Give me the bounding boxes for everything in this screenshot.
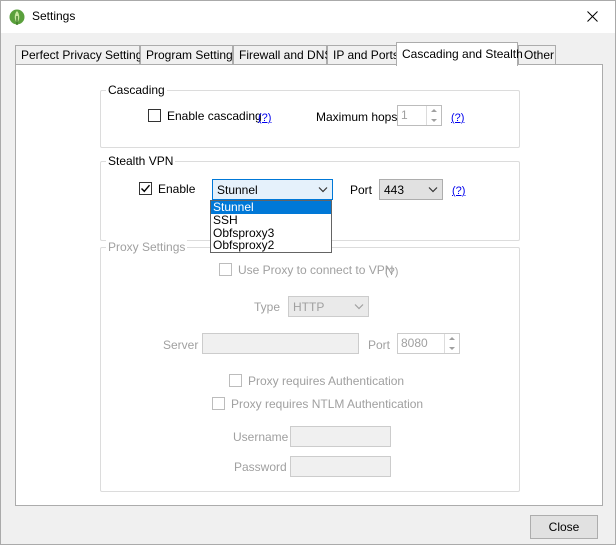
checkmark-icon (141, 184, 151, 193)
stealth-help-link[interactable]: (?) (452, 184, 465, 198)
proxy-port-label: Port (368, 338, 391, 352)
proxy-auth-checkbox[interactable] (229, 374, 242, 387)
proxy-ntlm-checkbox[interactable] (212, 397, 225, 410)
proxy-password-input[interactable] (290, 456, 391, 477)
stealth-port-select[interactable]: 443 (379, 179, 443, 200)
proxy-type-select[interactable]: HTTP (288, 296, 369, 317)
spin-up-icon (449, 337, 455, 340)
enable-stealth-checkbox[interactable] (139, 182, 152, 195)
maximum-hops-help-link[interactable]: (?) (451, 111, 464, 125)
window-close-button[interactable] (569, 1, 615, 31)
tab-label: Firewall and DNS (239, 48, 333, 62)
proxy-password-label: Password (234, 460, 287, 474)
protocol-option-stunnel[interactable]: Stunnel (211, 201, 331, 214)
settings-window: Settings Perfect Privacy Settings Progra… (0, 0, 616, 545)
proxy-ntlm-label: Proxy requires NTLM Authentication (231, 397, 424, 411)
maximum-hops-value: 1 (401, 108, 408, 122)
app-logo-icon (9, 9, 25, 25)
proxy-type-value: HTTP (293, 300, 325, 314)
proxy-type-label: Type (254, 300, 281, 314)
spin-down-icon (431, 119, 437, 122)
tab-cascading-and-stealth[interactable]: Cascading and Stealth (396, 42, 523, 66)
tab-other[interactable]: Other (518, 45, 556, 65)
proxy-server-input[interactable] (202, 333, 359, 354)
proxy-port-arrows[interactable] (444, 334, 459, 353)
stealth-protocol-select[interactable]: Stunnel (212, 179, 333, 200)
close-button-label: Close (548, 520, 580, 534)
protocol-option-ssh[interactable]: SSH (211, 214, 331, 227)
chevron-down-icon (318, 187, 328, 193)
tab-firewall-and-dns[interactable]: Firewall and DNS (233, 45, 332, 65)
tab-ip-and-ports[interactable]: IP and Ports (327, 45, 399, 65)
proxy-settings-group-title: Proxy Settings (106, 240, 188, 254)
cascading-group-title: Cascading (106, 83, 167, 97)
use-proxy-checkbox[interactable] (219, 263, 232, 276)
enable-cascading-label: Enable cascading (167, 109, 262, 123)
proxy-auth-label: Proxy requires Authentication (248, 374, 405, 388)
enable-stealth-label: Enable (158, 182, 196, 196)
stealth-protocol-dropdown-list: Stunnel SSH Obfsproxy3 Obfsproxy2 (210, 200, 332, 253)
protocol-option-obfsproxy2[interactable]: Obfsproxy2 (211, 239, 331, 252)
close-button[interactable]: Close (530, 515, 598, 539)
proxy-username-input[interactable] (290, 426, 391, 447)
maximum-hops-arrows[interactable] (426, 106, 441, 125)
stealth-port-label: Port (350, 183, 373, 197)
stealth-vpn-group-title: Stealth VPN (106, 154, 176, 168)
cascading-help-link[interactable]: (?) (258, 111, 271, 125)
tab-label: Perfect Privacy Settings (21, 48, 149, 62)
close-icon (586, 10, 598, 22)
tab-page-cascading-and-stealth: Cascading Enable cascading (?) Maximum h… (15, 64, 603, 506)
proxy-username-label: Username (233, 430, 289, 444)
tab-perfect-privacy-settings[interactable]: Perfect Privacy Settings (15, 45, 148, 65)
tab-label: Other (524, 48, 555, 62)
use-proxy-help[interactable]: (?) (385, 265, 398, 279)
window-title: Settings (32, 9, 76, 23)
proxy-port-spinner[interactable]: 8080 (397, 333, 460, 354)
spin-down-icon (449, 347, 455, 350)
tab-label: Program Settings (146, 48, 239, 62)
maximum-hops-label: Maximum hops (316, 110, 398, 124)
spin-up-icon (431, 109, 437, 112)
maximum-hops-spinner[interactable]: 1 (397, 105, 442, 126)
chevron-down-icon (428, 187, 438, 193)
tab-program-settings[interactable]: Program Settings (140, 45, 239, 65)
title-bar[interactable]: Settings (1, 1, 615, 33)
use-proxy-label: Use Proxy to connect to VPN (238, 263, 394, 277)
stealth-protocol-value: Stunnel (217, 183, 258, 197)
proxy-server-label: Server (163, 338, 199, 352)
tab-label: IP and Ports (333, 48, 399, 62)
chevron-down-icon (354, 304, 364, 310)
enable-cascading-checkbox[interactable] (148, 109, 161, 122)
tab-label: Cascading and Stealth (402, 47, 523, 61)
stealth-port-value: 443 (384, 183, 405, 197)
proxy-port-value: 8080 (401, 336, 428, 350)
